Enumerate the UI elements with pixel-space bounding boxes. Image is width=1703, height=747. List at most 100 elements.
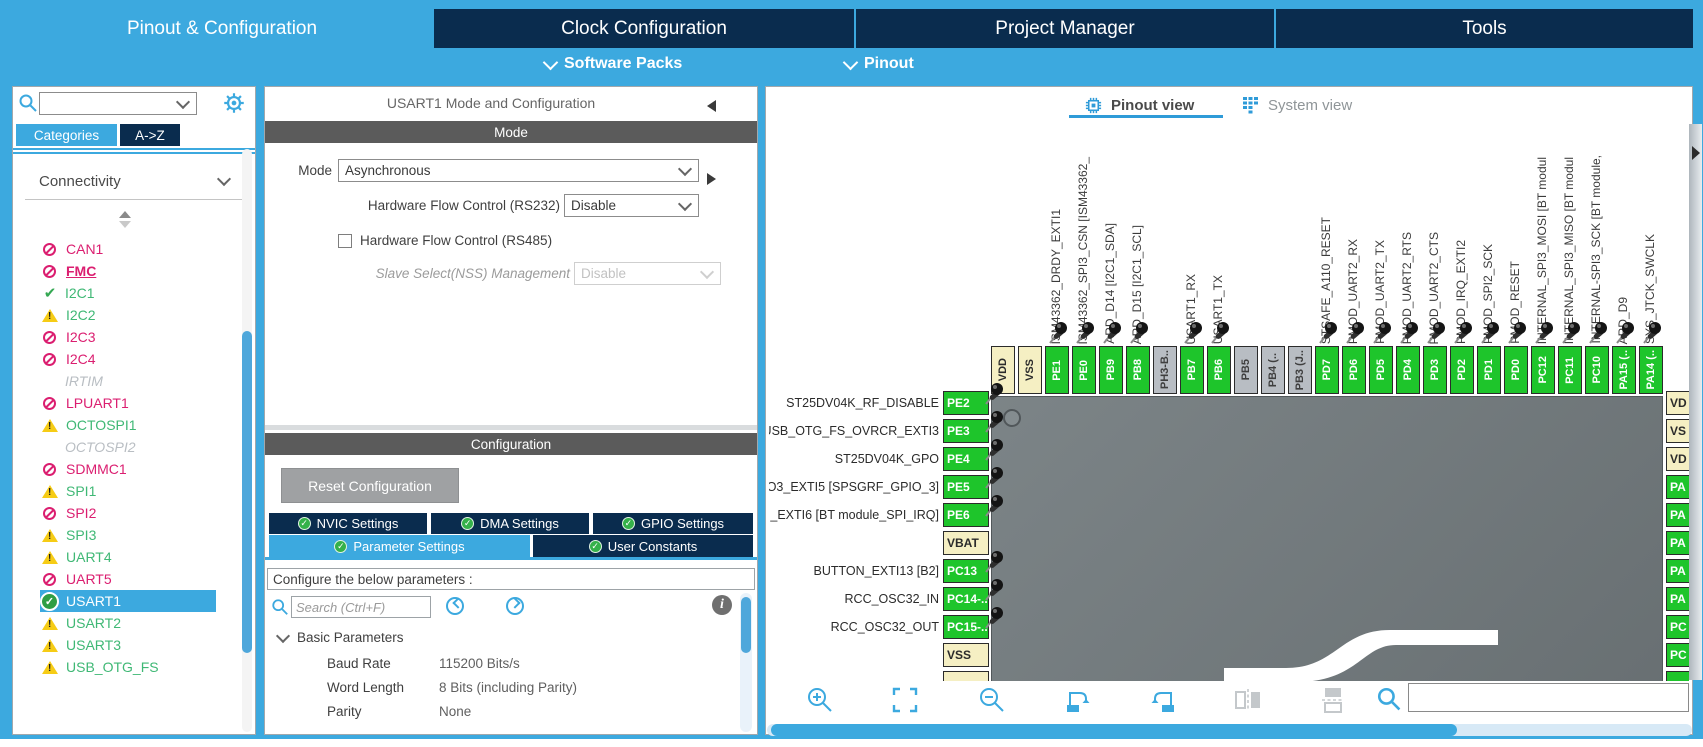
pin-PD5[interactable]: PD5: [1369, 346, 1393, 394]
pin-PB3 (J..[interactable]: PB3 (J..: [1288, 346, 1312, 394]
pin-PH3-B..[interactable]: PH3-B..: [1153, 346, 1177, 394]
sidebar-item-spi2[interactable]: SPI2: [40, 502, 216, 524]
tab-dma-settings[interactable]: ✓DMA Settings: [431, 513, 589, 534]
sidebar-item-uart4[interactable]: UART4: [40, 546, 216, 568]
pinout-vertical-scrollbar[interactable]: [1689, 124, 1702, 680]
pin-PC[interactable]: PC: [1666, 615, 1689, 639]
pin-PA14 (..[interactable]: PA14 (..: [1639, 346, 1663, 394]
fit-to-screen-icon[interactable]: [890, 685, 920, 715]
sidebar-item-i2c1[interactable]: ✔I2C1: [40, 282, 216, 304]
tab-categories[interactable]: Categories: [16, 124, 117, 146]
sort-toggle[interactable]: [119, 211, 131, 229]
pin-VD[interactable]: VD: [1666, 447, 1689, 471]
pin-PB9[interactable]: PB9: [1099, 346, 1123, 394]
parameter-value[interactable]: 8 Bits (including Parity): [439, 680, 735, 695]
pinout-search-input[interactable]: [1408, 683, 1689, 712]
pin-PD4[interactable]: PD4: [1396, 346, 1420, 394]
rotate-clockwise-icon[interactable]: [1062, 685, 1092, 715]
tab-user-constants[interactable]: ✓User Constants: [533, 535, 753, 557]
pin-PD7[interactable]: PD7: [1315, 346, 1339, 394]
pin-PD0[interactable]: PD0: [1504, 346, 1528, 394]
pin-VS[interactable]: VS: [1666, 419, 1689, 443]
pin-PD6[interactable]: PD6: [1342, 346, 1366, 394]
pin-PA[interactable]: PA: [1666, 559, 1689, 583]
sidebar-item-usart1[interactable]: ✓USART1: [40, 590, 216, 612]
info-icon[interactable]: i: [712, 595, 732, 615]
tab-gpio-settings[interactable]: ✓GPIO Settings: [593, 513, 753, 534]
reset-configuration-button[interactable]: Reset Configuration: [281, 468, 459, 503]
collapse-left-arrow[interactable]: [707, 100, 716, 112]
sidebar-item-i2c3[interactable]: I2C3: [40, 326, 216, 348]
pin-PE0[interactable]: PE0: [1072, 346, 1096, 394]
tab-a-to-z[interactable]: A->Z: [120, 124, 180, 146]
tab-system-view[interactable]: System view: [1242, 93, 1352, 117]
sidebar-item-can1[interactable]: CAN1: [40, 238, 216, 260]
main-tab-tools[interactable]: Tools: [1276, 9, 1693, 48]
sidebar-item-spi3[interactable]: SPI3: [40, 524, 216, 546]
expand-right-icon[interactable]: [1692, 146, 1700, 160]
tab-nvic-settings[interactable]: ✓NVIC Settings: [269, 513, 427, 534]
pinout-canvas[interactable]: VDDVSSPE1ISM43362_DRDY_EXTI1PE0ISM43362_…: [767, 125, 1689, 681]
scrollbar-thumb[interactable]: [771, 724, 1457, 736]
scrollbar-thumb[interactable]: [242, 331, 252, 653]
sidebar-item-irtim[interactable]: IRTIM: [40, 370, 216, 392]
basic-parameters-group[interactable]: Basic Parameters: [278, 627, 404, 647]
pinout-horizontal-scrollbar[interactable]: [767, 724, 1692, 736]
zoom-in-icon[interactable]: [805, 685, 835, 715]
next-match-button[interactable]: [506, 597, 524, 615]
rs232-select[interactable]: Disable: [564, 194, 699, 217]
sidebar-item-i2c2[interactable]: I2C2: [40, 304, 216, 326]
main-tab-pinout-configuration[interactable]: Pinout & Configuration: [10, 9, 434, 48]
gear-icon[interactable]: [221, 90, 247, 116]
sidebar-item-usb_otg_fs[interactable]: USB_OTG_FS: [40, 656, 216, 678]
sidebar-item-fmc[interactable]: FMC: [40, 260, 216, 282]
main-tab-project-manager[interactable]: Project Manager: [856, 9, 1274, 48]
pin-PE1[interactable]: PE1: [1045, 346, 1069, 394]
pin-PD1[interactable]: PD1: [1477, 346, 1501, 394]
parameter-value[interactable]: None: [439, 704, 735, 719]
sidebar-search-input[interactable]: [42, 94, 176, 114]
pin-PC10[interactable]: PC10: [1585, 346, 1609, 394]
previous-match-button[interactable]: [446, 597, 464, 615]
sidebar-item-usart2[interactable]: USART2: [40, 612, 216, 634]
parameter-row[interactable]: Baud Rate115200 Bits/s: [265, 651, 735, 675]
sidebar-item-uart5[interactable]: UART5: [40, 568, 216, 590]
panel-splitter[interactable]: [265, 425, 757, 430]
expand-right-arrow[interactable]: [707, 173, 716, 185]
sidebar-item-lpuart1[interactable]: LPUART1: [40, 392, 216, 414]
pin-PA[interactable]: PA: [1666, 531, 1689, 555]
parameter-row[interactable]: Word Length8 Bits (including Parity): [265, 675, 735, 699]
sidebar-scrollbar[interactable]: [242, 149, 252, 732]
pin-PB4 (..[interactable]: PB4 (..: [1261, 346, 1285, 394]
sidebar-item-usart3[interactable]: USART3: [40, 634, 216, 656]
pin-PA[interactable]: PA: [1666, 503, 1689, 527]
pin-PC11[interactable]: PC11: [1558, 346, 1582, 394]
pin-PA15 (..[interactable]: PA15 (..: [1612, 346, 1636, 394]
rotate-counterclockwise-icon[interactable]: [1149, 685, 1179, 715]
pin-PB7[interactable]: PB7: [1180, 346, 1204, 394]
sidebar-item-spi1[interactable]: SPI1: [40, 480, 216, 502]
pin-VSS[interactable]: VSS: [1018, 346, 1042, 394]
zoom-out-icon[interactable]: [977, 685, 1007, 715]
main-tab-clock-configuration[interactable]: Clock Configuration: [434, 9, 854, 48]
parameter-row[interactable]: ParityNone: [265, 699, 735, 723]
pin-VD[interactable]: VD: [1666, 391, 1689, 415]
pin-PD2[interactable]: PD2: [1450, 346, 1474, 394]
pin-PC12[interactable]: PC12: [1531, 346, 1555, 394]
search-icon[interactable]: [1376, 686, 1402, 712]
tab-parameter-settings[interactable]: ✓Parameter Settings: [269, 535, 530, 557]
pin-unnamed[interactable]: [1666, 671, 1689, 681]
parameter-value[interactable]: 115200 Bits/s: [439, 656, 735, 671]
pin-PC[interactable]: PC: [1666, 643, 1689, 667]
mode-select[interactable]: Asynchronous: [338, 159, 699, 182]
sidebar-item-i2c4[interactable]: I2C4: [40, 348, 216, 370]
rs485-checkbox[interactable]: [338, 234, 352, 248]
sidebar-item-octospi1[interactable]: OCTOSPI1: [40, 414, 216, 436]
pin-VSS[interactable]: VSS: [943, 643, 989, 667]
tab-pinout-view[interactable]: Pinout view: [1084, 93, 1194, 117]
sidebar-item-octospi2[interactable]: OCTOSPI2: [40, 436, 216, 458]
parameters-scrollbar[interactable]: [740, 593, 752, 732]
pin-PB8[interactable]: PB8: [1126, 346, 1150, 394]
pin-PB6[interactable]: PB6: [1207, 346, 1231, 394]
pin-PB5[interactable]: PB5: [1234, 346, 1258, 394]
